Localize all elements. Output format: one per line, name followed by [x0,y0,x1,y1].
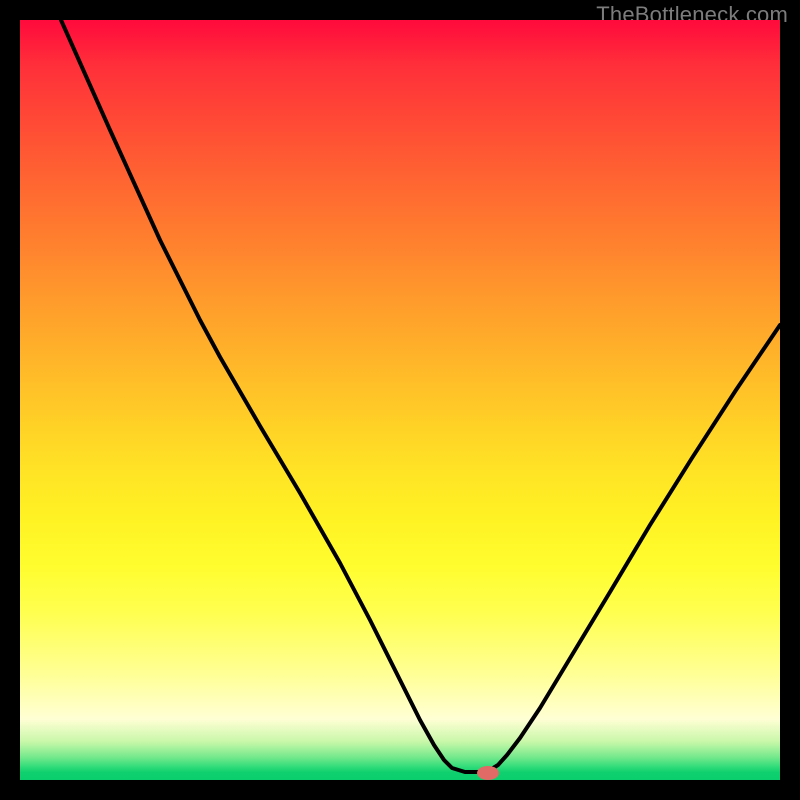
chart-stage: TheBottleneck.com [0,0,800,800]
optimum-marker [477,766,499,780]
plot-area [20,20,780,780]
bottleneck-curve [61,20,780,772]
plot-svg [20,20,780,780]
